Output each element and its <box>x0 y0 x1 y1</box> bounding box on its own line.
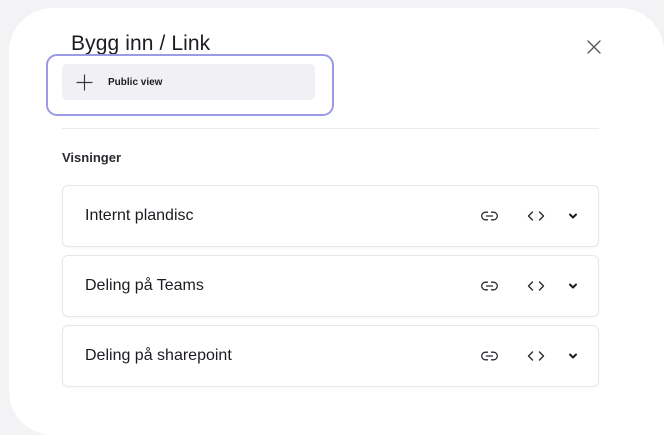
chevron-down-icon[interactable] <box>562 205 584 227</box>
dialog-title: Bygg inn / Link <box>71 32 211 55</box>
link-icon[interactable] <box>478 275 500 297</box>
link-icon[interactable] <box>478 205 500 227</box>
plus-icon <box>76 73 93 91</box>
section-label-views: Visninger <box>62 150 122 165</box>
view-actions <box>478 345 584 367</box>
public-view-button-label: Public view <box>108 76 163 88</box>
view-name: Deling på Teams <box>85 277 204 294</box>
view-row-internt-plandisc[interactable]: Internt plandisc <box>62 185 599 247</box>
views-list: Internt plandisc Deling på Teams Deling … <box>62 185 599 395</box>
view-row-deling-pa-sharepoint[interactable]: Deling på sharepoint <box>62 325 599 387</box>
chevron-down-icon[interactable] <box>562 275 584 297</box>
close-button[interactable] <box>581 34 607 60</box>
close-icon <box>587 40 601 54</box>
view-name: Internt plandisc <box>85 207 194 224</box>
embed-code-icon[interactable] <box>525 275 547 297</box>
view-name: Deling på sharepoint <box>85 347 232 364</box>
view-row-deling-pa-teams[interactable]: Deling på Teams <box>62 255 599 317</box>
embed-code-icon[interactable] <box>525 205 547 227</box>
view-actions <box>478 275 584 297</box>
public-view-button[interactable]: Public view <box>62 64 315 100</box>
link-icon[interactable] <box>478 345 500 367</box>
view-actions <box>478 205 584 227</box>
chevron-down-icon[interactable] <box>562 345 584 367</box>
embed-code-icon[interactable] <box>525 345 547 367</box>
divider <box>62 128 599 129</box>
